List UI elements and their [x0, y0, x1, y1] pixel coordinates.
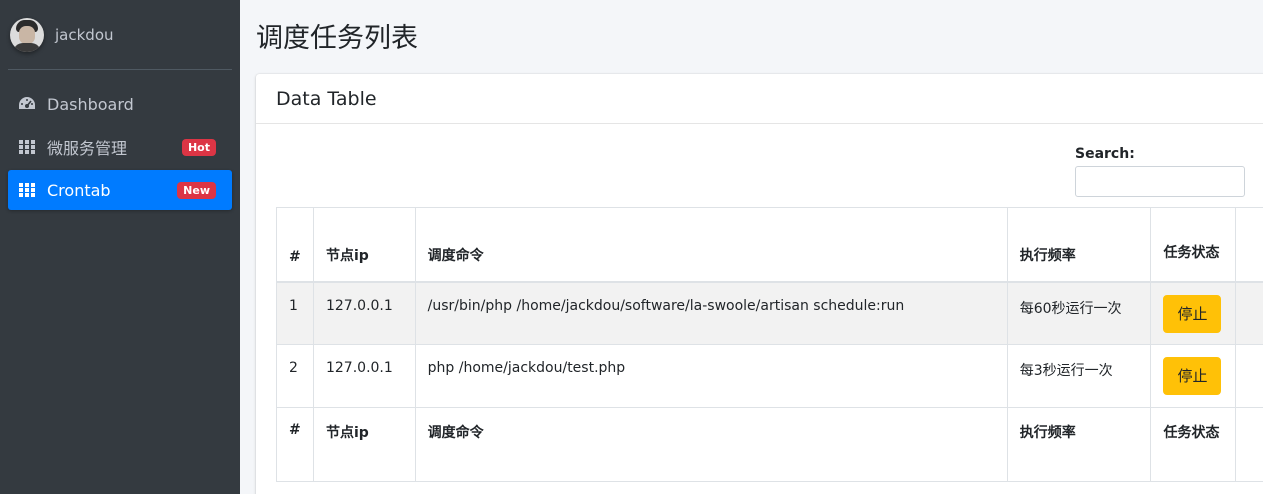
cell-number: 2	[276, 344, 314, 408]
user-name[interactable]: jackdou	[55, 26, 114, 44]
cell-extra	[1235, 281, 1263, 345]
new-badge: New	[177, 182, 216, 199]
table-footer-row: # 节点ip 调度命令 执行频率 任务状态	[276, 407, 1263, 482]
cell-command: php /home/jackdou/test.php	[414, 344, 1008, 408]
avatar[interactable]	[10, 17, 44, 52]
column-footer-ip: 节点ip	[312, 407, 416, 482]
column-footer-frequency: 执行频率	[1006, 407, 1152, 482]
table-body: 1 127.0.0.1 /usr/bin/php /home/jackdou/s…	[276, 281, 1263, 408]
sidebar-item-label: Crontab	[47, 180, 111, 200]
stop-button[interactable]: 停止	[1163, 294, 1222, 333]
column-header-extra[interactable]	[1235, 207, 1263, 283]
column-header-command[interactable]: 调度命令	[414, 207, 1008, 283]
content-header: 调度任务列表	[240, 0, 1263, 74]
table-foot: # 节点ip 调度命令 执行频率 任务状态	[276, 407, 1263, 482]
sidebar-item-label: 微服务管理	[47, 139, 128, 158]
cell-command: /usr/bin/php /home/jackdou/software/la-s…	[414, 281, 1008, 345]
column-header-frequency[interactable]: 执行频率	[1006, 207, 1152, 283]
cell-ip: 127.0.0.1	[312, 344, 416, 408]
grid-icon	[18, 181, 36, 199]
stop-button[interactable]: 停止	[1163, 357, 1222, 395]
search-input[interactable]	[1075, 166, 1245, 197]
cell-frequency: 每3秒运行一次	[1006, 344, 1152, 408]
sidebar-nav: Dashboard 微服务管理 Hot Crontab New	[0, 84, 240, 213]
cell-number: 1	[276, 281, 314, 345]
card-header: Data Table	[256, 74, 1263, 124]
sidebar-item-crontab[interactable]: Crontab New	[8, 170, 232, 210]
data-table-card: Data Table Search: # 节点ip 调度命令 执行频率 任务状态…	[256, 74, 1263, 494]
crontab-table: # 节点ip 调度命令 执行频率 任务状态 1 127.0.0.1 /usr/b…	[276, 207, 1263, 482]
avatar-face	[19, 25, 35, 44]
page-title: 调度任务列表	[256, 23, 418, 54]
search-label: Search:	[1075, 146, 1135, 162]
user-panel[interactable]: jackdou	[8, 0, 232, 70]
cell-extra	[1235, 344, 1263, 408]
cell-status: 停止	[1150, 344, 1237, 408]
search-filter: Search:	[1075, 146, 1245, 197]
table-row: 1 127.0.0.1 /usr/bin/php /home/jackdou/s…	[276, 281, 1263, 345]
sidebar-item-dashboard[interactable]: Dashboard	[8, 84, 232, 124]
column-footer-status: 任务状态	[1150, 407, 1237, 482]
table-header-row: # 节点ip 调度命令 执行频率 任务状态	[276, 207, 1263, 283]
cell-status: 停止	[1150, 281, 1237, 345]
card-title: Data Table	[276, 87, 377, 110]
cell-frequency: 每60秒运行一次	[1006, 281, 1152, 345]
column-footer-extra	[1235, 407, 1263, 482]
column-header-ip[interactable]: 节点ip	[312, 207, 416, 283]
column-header-number[interactable]: #	[276, 207, 314, 283]
avatar-shirt	[13, 42, 41, 52]
column-footer-command: 调度命令	[414, 407, 1008, 482]
table-head: # 节点ip 调度命令 执行频率 任务状态	[276, 207, 1263, 283]
table-row: 2 127.0.0.1 php /home/jackdou/test.php 每…	[276, 344, 1263, 408]
grid-icon	[18, 138, 36, 156]
column-header-status[interactable]: 任务状态	[1150, 207, 1237, 283]
sidebar-item-label: Dashboard	[47, 94, 134, 114]
dashboard-icon	[18, 95, 36, 113]
column-footer-number: #	[276, 407, 314, 482]
sidebar-item-microservice[interactable]: 微服务管理 Hot	[8, 127, 232, 167]
sidebar: jackdou Dashboard 微服务管理 Hot Crontab New	[0, 0, 240, 494]
hot-badge: Hot	[181, 139, 216, 156]
cell-ip: 127.0.0.1	[312, 281, 416, 345]
